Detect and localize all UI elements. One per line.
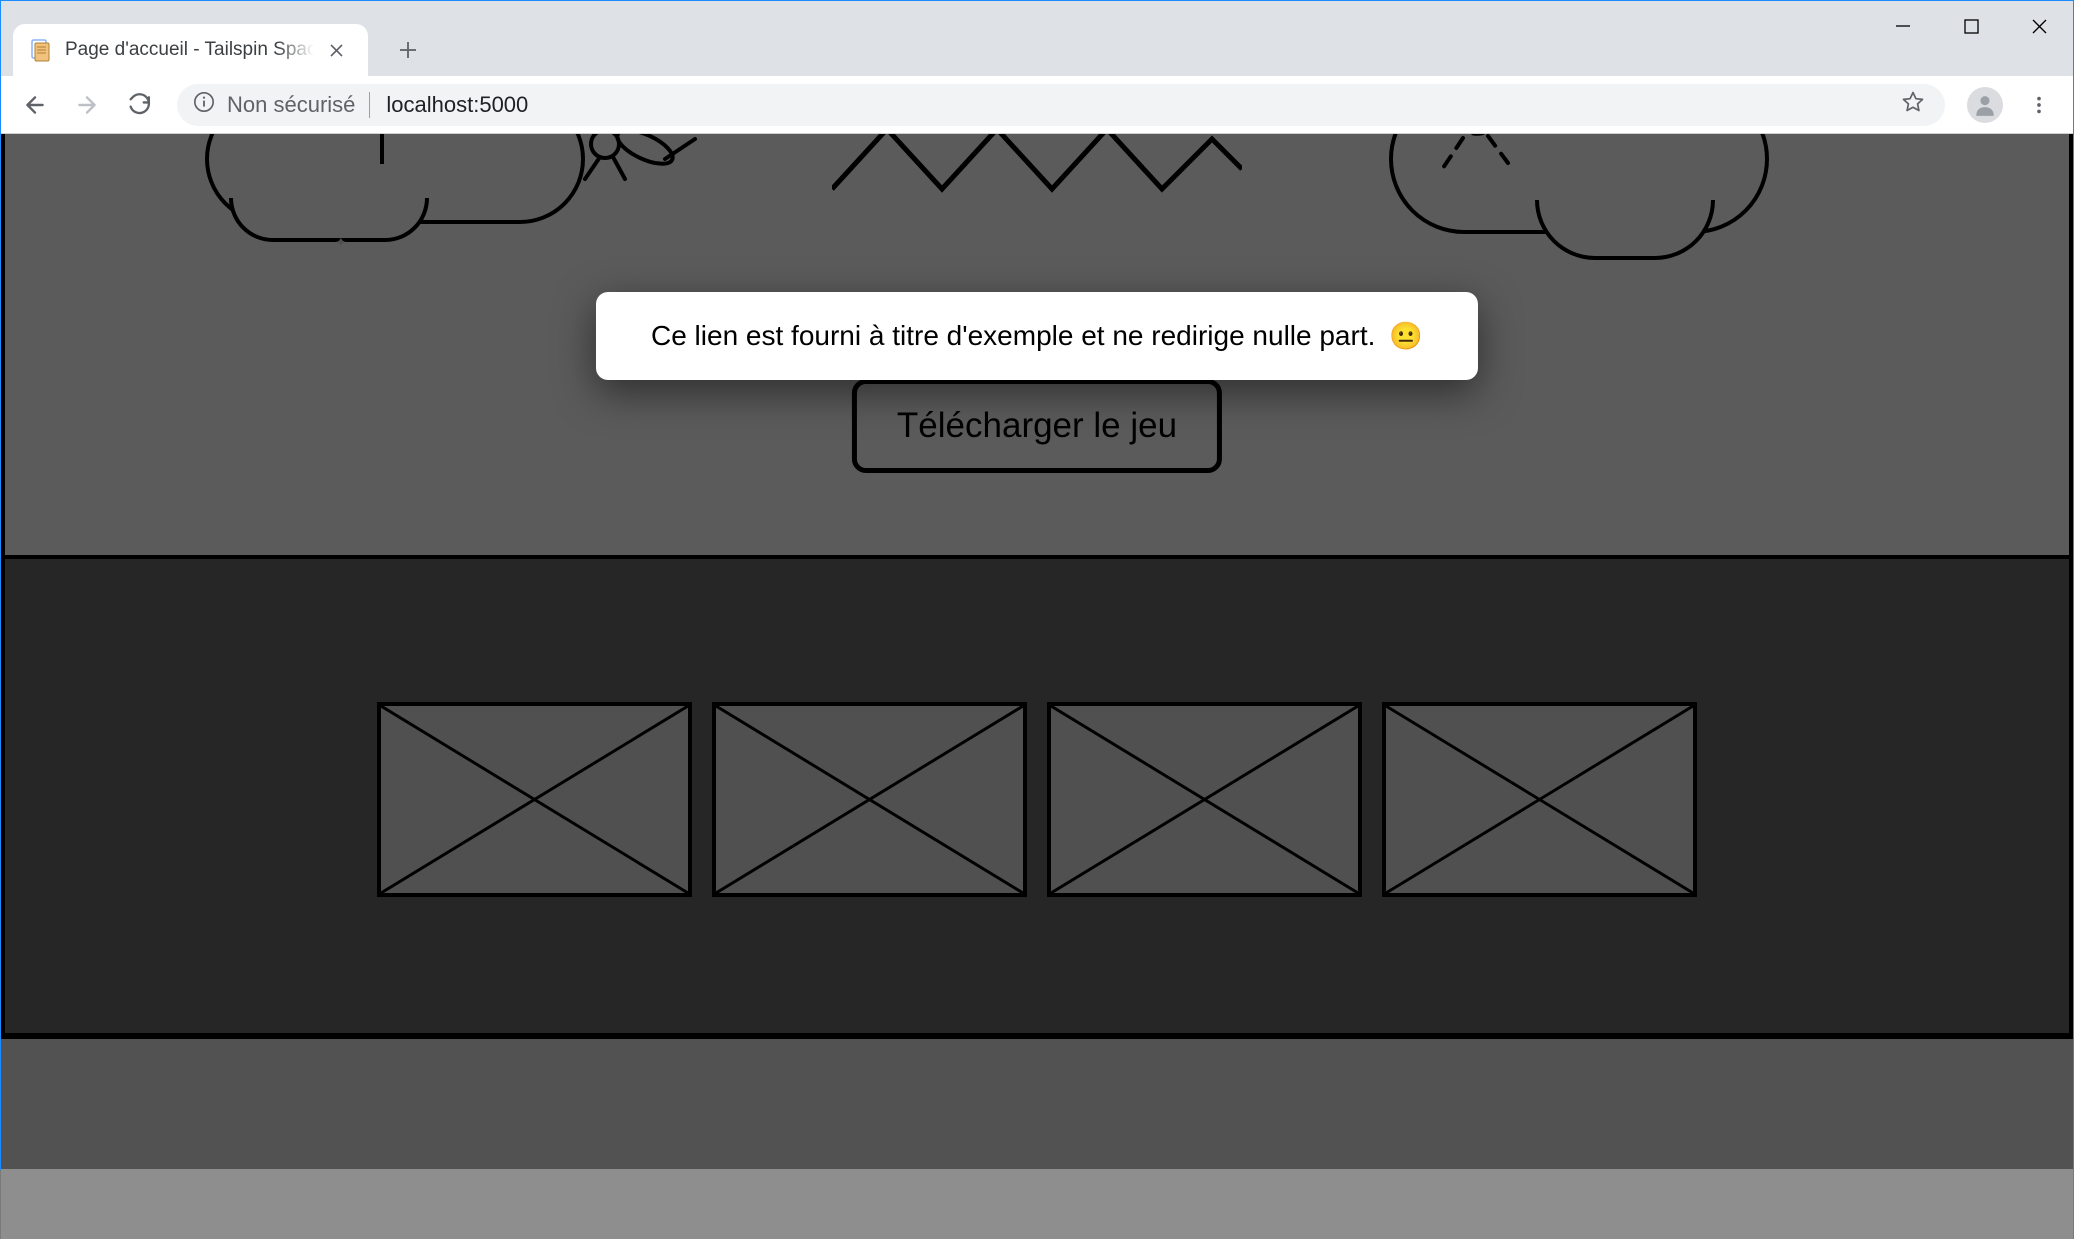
url-text: localhost:5000 <box>382 92 1885 118</box>
close-tab-button[interactable] <box>324 38 348 62</box>
gallery-placeholder[interactable] <box>377 702 692 897</box>
cloud-decoration <box>1389 134 1769 234</box>
address-bar[interactable]: Non sécurisé localhost:5000 <box>177 84 1945 126</box>
site-info-icon[interactable] <box>193 91 215 118</box>
character-decoration <box>1393 134 1773 238</box>
gallery-placeholder[interactable] <box>1047 702 1362 897</box>
reload-button[interactable] <box>117 83 161 127</box>
cloud-decoration <box>205 134 585 224</box>
toast-message: Ce lien est fourni à titre d'exemple et … <box>651 320 1375 352</box>
maximize-button[interactable] <box>1937 1 2005 51</box>
back-button[interactable] <box>13 83 57 127</box>
tab-strip: Page d'accueil - Tailspin SpaceGame <box>1 1 2073 76</box>
new-tab-button[interactable] <box>388 30 428 70</box>
info-toast: Ce lien est fourni à titre d'exemple et … <box>596 292 1478 380</box>
gallery-section <box>1 559 2073 1039</box>
profile-button[interactable] <box>1967 87 2003 123</box>
character-decoration <box>565 134 735 219</box>
footer-area <box>1 1039 2073 1239</box>
window-controls <box>1869 1 2073 51</box>
flagpole-decoration <box>380 134 384 164</box>
mountain-decoration <box>832 134 1242 194</box>
page-viewport: ✦ <box>1 134 2073 1169</box>
gallery-placeholder[interactable] <box>712 702 1027 897</box>
kebab-menu-button[interactable] <box>2017 83 2061 127</box>
neutral-face-emoji: 😐 <box>1389 320 1423 352</box>
tab-favicon-icon <box>29 38 53 62</box>
close-window-button[interactable] <box>2005 1 2073 51</box>
sparkle-icon: ✦ <box>335 234 347 251</box>
security-status: Non sécurisé <box>227 92 370 118</box>
minimize-button[interactable] <box>1869 1 1937 51</box>
forward-button[interactable] <box>65 83 109 127</box>
browser-toolbar: Non sécurisé localhost:5000 <box>1 76 2073 134</box>
download-game-button[interactable]: Télécharger le jeu <box>852 379 1222 473</box>
tab-title: Page d'accueil - Tailspin SpaceGame <box>65 39 314 61</box>
bookmark-star-icon[interactable] <box>1897 86 1929 123</box>
browser-tab[interactable]: Page d'accueil - Tailspin SpaceGame <box>13 24 368 76</box>
gallery-placeholder[interactable] <box>1382 702 1697 897</box>
download-button-label: Télécharger le jeu <box>897 406 1177 445</box>
